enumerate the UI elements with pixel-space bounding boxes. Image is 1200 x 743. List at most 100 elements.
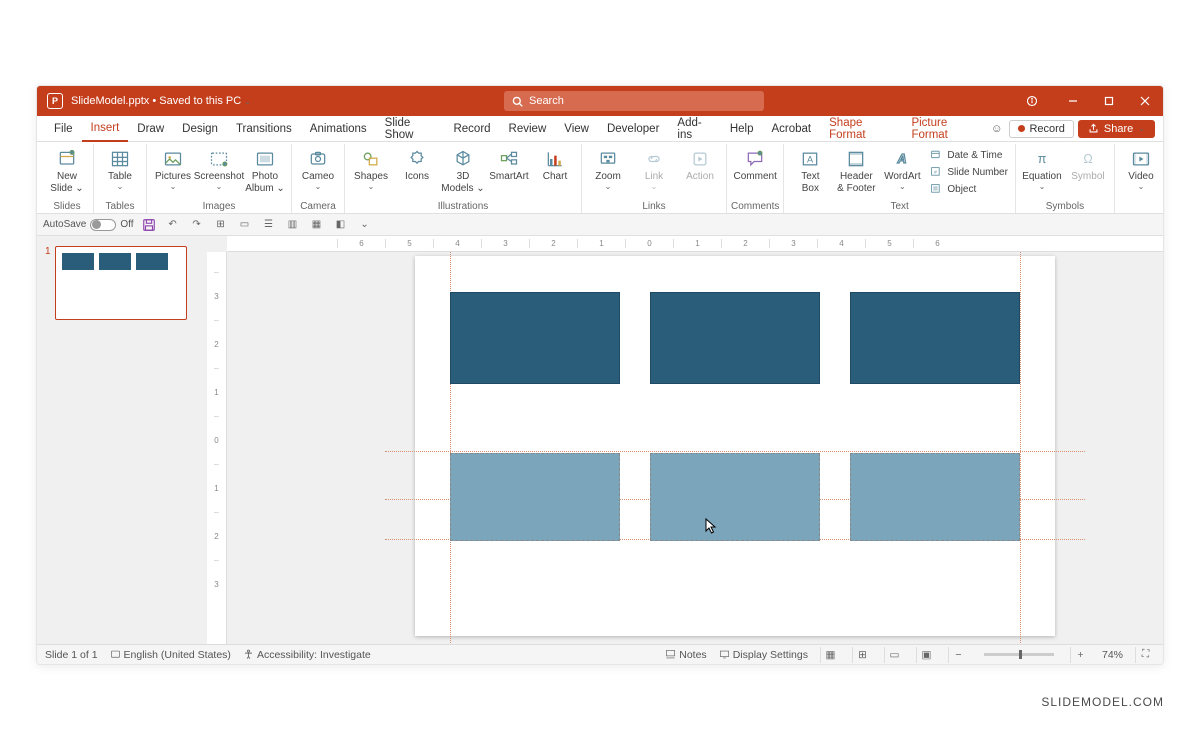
date-time-button[interactable]: Date & Time xyxy=(926,147,1011,163)
action-button[interactable]: Action xyxy=(678,146,722,184)
zoom-out-button[interactable]: − xyxy=(948,647,968,663)
equation-button[interactable]: πEquation⌄ xyxy=(1020,146,1064,194)
zoom-level[interactable]: 74% xyxy=(1102,649,1123,661)
share-button[interactable]: Share ⌄ xyxy=(1078,120,1155,138)
chevron-down-icon: ⌄ xyxy=(899,183,906,192)
icons-button[interactable]: Icons xyxy=(395,146,439,184)
qat-icon-1[interactable]: ⊞ xyxy=(212,216,230,234)
header-footer-button[interactable]: Header& Footer xyxy=(834,146,878,196)
tab-view[interactable]: View xyxy=(555,116,598,142)
label: Cameo xyxy=(302,171,334,182)
search-input[interactable]: Search xyxy=(504,91,764,111)
chart-button[interactable]: Chart xyxy=(533,146,577,184)
accessibility-status[interactable]: Accessibility: Investigate xyxy=(243,649,371,661)
slide-canvas[interactable] xyxy=(415,256,1055,636)
fit-to-window-button[interactable]: ⛶ xyxy=(1135,647,1155,663)
link-icon xyxy=(644,148,664,170)
tab-picture-format[interactable]: Picture Format xyxy=(902,116,987,142)
display-settings-button[interactable]: Display Settings xyxy=(719,649,808,661)
tab-slide-show[interactable]: Slide Show xyxy=(376,116,445,142)
tab-design[interactable]: Design xyxy=(173,116,227,142)
tab-draw[interactable]: Draw xyxy=(128,116,173,142)
qat-icon-6[interactable]: ◧ xyxy=(332,216,350,234)
autosave-toggle[interactable]: AutoSave Off xyxy=(43,219,134,231)
language-status[interactable]: English (United States) xyxy=(110,649,231,661)
feedback-button[interactable]: ☺ xyxy=(987,118,1006,140)
notes-button[interactable]: Notes xyxy=(665,649,706,661)
qat-more[interactable]: ⌄ xyxy=(356,216,374,234)
screenshot-icon: + xyxy=(209,148,229,170)
minimize-button[interactable] xyxy=(1055,86,1091,116)
tab-add-ins[interactable]: Add-ins xyxy=(668,116,720,142)
object-button[interactable]: Object xyxy=(926,181,1011,197)
rectangle-shape[interactable] xyxy=(450,292,620,384)
qat-icon-3[interactable]: ☰ xyxy=(260,216,278,234)
wordart-button[interactable]: AWordArt⌄ xyxy=(880,146,924,194)
cameo-icon xyxy=(308,148,328,170)
tab-help[interactable]: Help xyxy=(721,116,763,142)
chevron-down-icon: ⌄ xyxy=(216,183,223,192)
text-box-button[interactable]: ATextBox xyxy=(788,146,832,196)
save-button[interactable] xyxy=(140,216,158,234)
zoom-in-button[interactable]: + xyxy=(1070,647,1090,663)
close-button[interactable] xyxy=(1127,86,1163,116)
rectangle-shape[interactable] xyxy=(650,292,820,384)
tab-acrobat[interactable]: Acrobat xyxy=(762,116,820,142)
pictures-button[interactable]: Pictures⌄ xyxy=(151,146,195,194)
video-button[interactable]: Video⌄ xyxy=(1119,146,1163,194)
comment-button[interactable]: +Comment xyxy=(733,146,777,184)
smartart-button[interactable]: SmartArt xyxy=(487,146,531,184)
slide-canvas-wrapper[interactable] xyxy=(227,252,1163,644)
slide-counter[interactable]: Slide 1 of 1 xyxy=(45,649,98,661)
quick-access-toolbar: AutoSave Off ↶ ↷ ⊞ ▭ ☰ ▥ ▦ ◧ ⌄ xyxy=(37,214,1163,236)
pictures-icon xyxy=(163,148,183,170)
chart-icon xyxy=(545,148,565,170)
slideshow-view-button[interactable]: ▣ xyxy=(916,647,936,663)
slide-number-button[interactable]: #Slide Number xyxy=(926,164,1011,180)
zoom-button[interactable]: Zoom⌄ xyxy=(586,146,630,194)
tab-developer[interactable]: Developer xyxy=(598,116,668,142)
cameo-button[interactable]: Cameo⌄ xyxy=(296,146,340,194)
ruler-tick: 3 xyxy=(214,560,218,608)
slide-thumbnails-panel[interactable]: 1 xyxy=(37,236,207,644)
redo-button[interactable]: ↷ xyxy=(188,216,206,234)
help-icon[interactable] xyxy=(1017,95,1047,107)
rectangle-shape-selected[interactable] xyxy=(450,453,620,541)
record-button[interactable]: Record xyxy=(1009,120,1073,138)
slide-thumbnail-1[interactable] xyxy=(55,246,187,320)
tab-shape-format[interactable]: Shape Format xyxy=(820,116,902,142)
qat-icon-5[interactable]: ▦ xyxy=(308,216,326,234)
normal-view-button[interactable]: ▦ xyxy=(820,647,840,663)
ruler-tick: 1 xyxy=(577,239,625,248)
new-slide-button[interactable]: +NewSlide ⌄ xyxy=(45,146,89,196)
tab-transitions[interactable]: Transitions xyxy=(227,116,301,142)
vertical-ruler[interactable]: 3210123 xyxy=(207,252,227,644)
rectangle-shape-selected[interactable] xyxy=(850,453,1020,541)
3d-models-button[interactable]: 3DModels ⌄ xyxy=(441,146,485,196)
label: Object xyxy=(947,184,976,195)
maximize-button[interactable] xyxy=(1091,86,1127,116)
tab-animations[interactable]: Animations xyxy=(301,116,376,142)
tab-insert[interactable]: Insert xyxy=(82,116,129,142)
qat-icon-2[interactable]: ▭ xyxy=(236,216,254,234)
rectangle-shape[interactable] xyxy=(850,292,1020,384)
zoom-slider-thumb[interactable] xyxy=(1019,650,1022,659)
link-button[interactable]: Link⌄ xyxy=(632,146,676,194)
reading-view-button[interactable]: ▭ xyxy=(884,647,904,663)
qat-icon-4[interactable]: ▥ xyxy=(284,216,302,234)
table-button[interactable]: Table⌄ xyxy=(98,146,142,194)
shapes-button[interactable]: Shapes⌄ xyxy=(349,146,393,194)
sorter-view-button[interactable]: ⊞ xyxy=(852,647,872,663)
tab-file[interactable]: File xyxy=(45,116,82,142)
window-title[interactable]: SlideModel.pptx • Saved to this PC ⌄ xyxy=(71,95,251,107)
tab-review[interactable]: Review xyxy=(500,116,556,142)
group-label: Symbols xyxy=(1046,199,1084,213)
symbol-button[interactable]: ΩSymbol xyxy=(1066,146,1110,184)
photo-album-button[interactable]: PhotoAlbum ⌄ xyxy=(243,146,287,196)
rectangle-shape-selected[interactable] xyxy=(650,453,820,541)
undo-button[interactable]: ↶ xyxy=(164,216,182,234)
horizontal-ruler[interactable]: 6543210123456 xyxy=(227,236,1163,252)
zoom-slider[interactable] xyxy=(984,653,1054,656)
tab-record[interactable]: Record xyxy=(444,116,499,142)
screenshot-button[interactable]: +Screenshot⌄ xyxy=(197,146,241,194)
